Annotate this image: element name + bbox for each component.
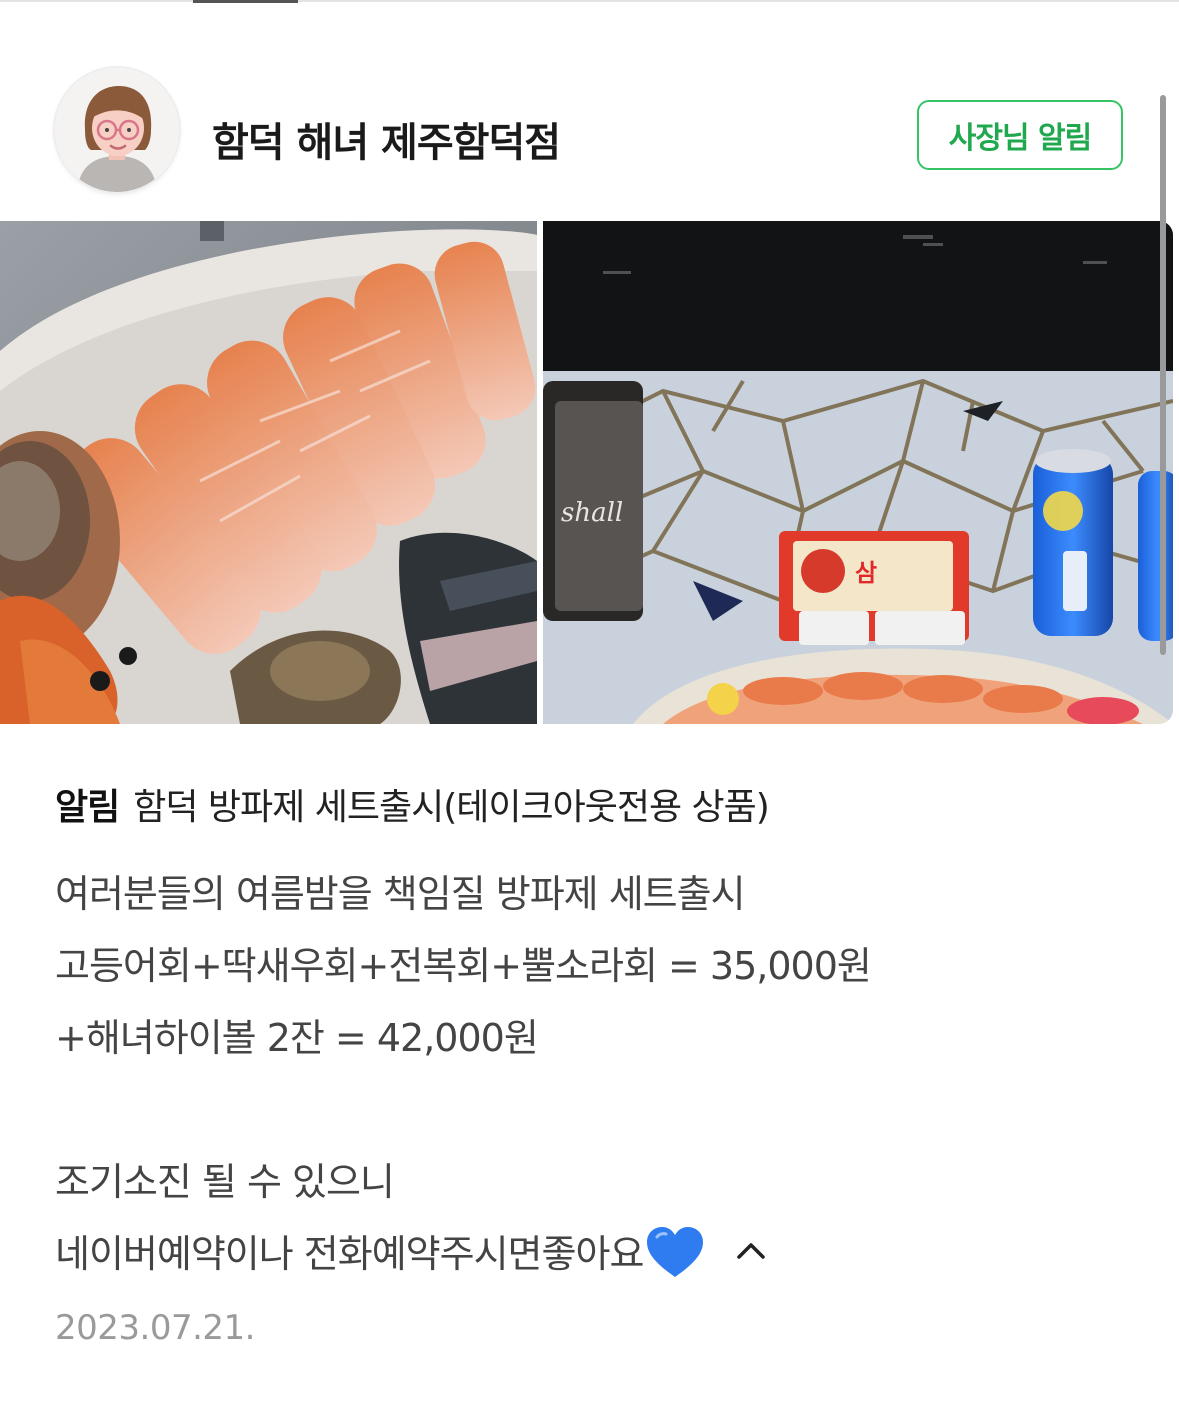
post-title-row: 알림 함덕 방파제 세트출시(테이크아웃전용 상품) xyxy=(55,780,1135,836)
svg-text:shall: shall xyxy=(561,498,623,528)
active-tab-indicator xyxy=(193,0,298,3)
post-body-line: 고등어회+딱새우회+전복회+뿔소라회 = 35,000원 xyxy=(55,944,872,988)
chevron-up-icon[interactable] xyxy=(731,1231,771,1271)
profile-person-icon xyxy=(55,68,179,192)
scrollbar[interactable] xyxy=(1160,95,1166,655)
svg-text:삼: 삼 xyxy=(855,559,877,587)
top-divider xyxy=(0,0,1179,2)
photo-gallery[interactable]: shall 삼 xyxy=(0,221,1173,724)
post-title: 함덕 방파제 세트출시(테이크아웃전용 상품) xyxy=(133,787,770,828)
takeout-set-image: shall 삼 xyxy=(543,221,1173,724)
notice-tag: 알림 xyxy=(55,787,120,828)
post-body-line: +해녀하이볼 2잔 = 42,000원 xyxy=(55,1016,539,1060)
takeout-set-table-photo[interactable]: shall 삼 xyxy=(543,221,1173,724)
post-body-last-line: 네이버예약이나 전화예약주시면좋아요 xyxy=(55,1218,1135,1290)
post-body-line: 조기소진 될 수 있으니 xyxy=(55,1160,395,1204)
post-body-line: 여러분들의 여름밤을 책임질 방파제 세트출시 xyxy=(55,872,746,916)
notice-post: 알림 함덕 방파제 세트출시(테이크아웃전용 상품) 여러분들의 여름밤을 책임질… xyxy=(55,780,1135,1348)
post-body-line: 네이버예약이나 전화예약주시면좋아요 xyxy=(55,1232,644,1276)
avatar[interactable] xyxy=(55,68,179,192)
store-name[interactable]: 함덕 해녀 제주함덕점 xyxy=(212,110,561,168)
seafood-platter-photo[interactable] xyxy=(0,221,537,724)
post-body-blank-line xyxy=(55,1074,1135,1146)
post-body[interactable]: 여러분들의 여름밤을 책임질 방파제 세트출시 고등어회+딱새우회+전복회+뿔소… xyxy=(55,858,1135,1290)
seafood-platter-image xyxy=(0,221,537,724)
store-header: 함덕 해녀 제주함덕점 사장님 알림 xyxy=(55,68,1125,193)
owner-notice-button[interactable]: 사장님 알림 xyxy=(917,100,1123,170)
post-date: 2023.07.21. xyxy=(55,1308,255,1348)
blue-heart-icon xyxy=(647,1226,704,1277)
